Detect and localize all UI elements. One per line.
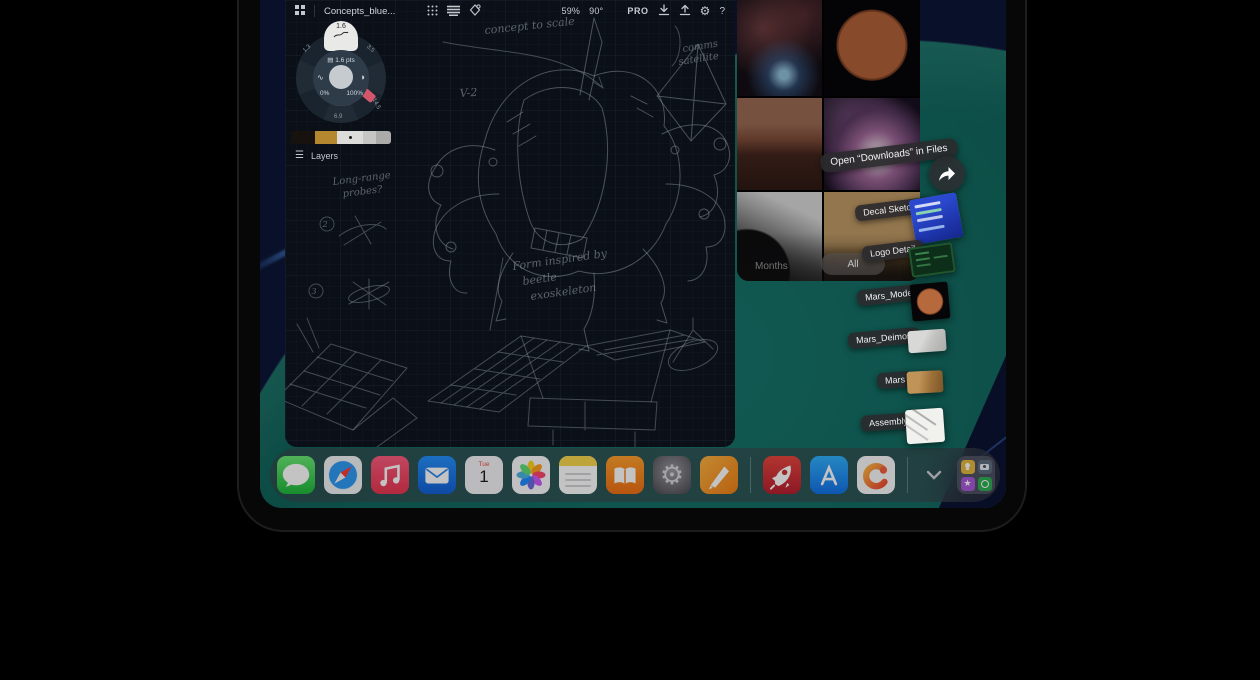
selected-swatch-dot [349,136,352,139]
ipad-screen: 2 3 concept to scale comms satellite V-2… [260,0,1006,508]
drag-thumb-decal-sketches[interactable] [908,192,963,245]
stroke-width-icon: ▤ [327,57,333,64]
ipad-device-frame: 2 3 concept to scale comms satellite V-2… [237,0,1027,532]
swatch-gold[interactable] [315,131,337,144]
layers-button[interactable]: ☰ Layers [295,150,338,161]
brush-tool-wheel[interactable]: 1.3 3.5 14.5 6.9 1.6 ▤ [296,33,386,123]
active-brush-size: 1.6 [336,23,346,30]
swatch-gray[interactable] [376,131,391,144]
drag-thumb-assembly[interactable] [905,408,945,445]
layers-menu-icon: ☰ [295,150,304,161]
tool-wheel-center[interactable]: ▤ 1.6 pts ∿ ◑ 0% 100% [313,50,369,106]
color-preview-knob[interactable] [329,65,353,89]
drag-thumb-mars-model[interactable] [909,281,950,321]
brush-size-bottom[interactable]: 6.9 [334,114,342,120]
drag-thumb-mars-deimos[interactable] [907,329,946,354]
opacity-max-label: 100% [346,90,363,97]
swatch-black[interactable] [291,131,315,144]
forward-arrow-icon [937,165,957,183]
swatch-white-selected[interactable] [337,131,363,144]
drag-thumb-mars[interactable] [906,370,943,394]
stroke-width-value: 1.6 pts [335,57,355,64]
active-brush-wedge[interactable]: 1.6 [324,21,358,51]
drag-thumb-logo-detail[interactable] [908,242,956,278]
smoothing-icon: ∿ [317,73,324,82]
pencil-scribble-icon [333,31,349,39]
share-forward-button[interactable] [929,156,965,192]
opacity-min-label: 0% [320,90,329,97]
contrast-icon: ◑ [360,72,365,82]
layers-label: Layers [311,151,338,161]
color-swatch-bar[interactable] [291,131,391,144]
swatch-light-gray[interactable] [363,131,376,144]
desktop-background: 2 3 concept to scale comms satellite V-2… [0,0,1260,680]
